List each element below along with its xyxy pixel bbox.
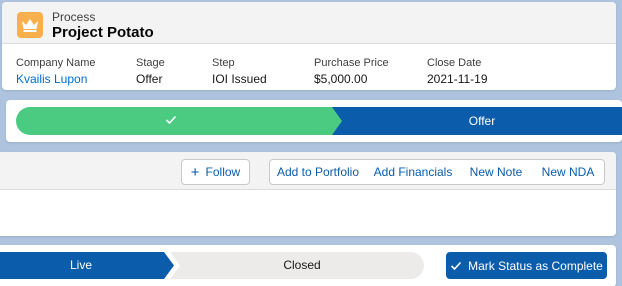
record-header: Process Project Potato Company Name Kvai… (2, 2, 616, 90)
company-name-link[interactable]: Kvailis Lupon (16, 72, 95, 86)
status-step-live-label: Live (69, 258, 92, 272)
field-label: Purchase Price (314, 57, 389, 69)
status-step-closed-label: Closed (283, 258, 321, 272)
mark-status-complete-label: Mark Status as Complete (468, 258, 603, 273)
follow-label: Follow (205, 165, 241, 179)
record-header-title-bar: Process Project Potato (2, 2, 616, 44)
object-type-label: Process (52, 10, 96, 24)
field-close-date: Close Date 2021-11-19 (427, 57, 488, 86)
field-value: 2021-11-19 (427, 72, 488, 86)
crown-icon (17, 12, 43, 38)
record-title: Project Potato (52, 24, 154, 41)
field-value: Offer (136, 72, 163, 86)
field-label: Company Name (16, 57, 96, 69)
field-company-name: Company Name Kvailis Lupon (16, 57, 95, 86)
field-purchase-price: Purchase Price $5,000.00 (314, 57, 389, 86)
field-label: Step (212, 57, 235, 69)
status-path: Live Closed Mark Status as Complete (0, 245, 616, 286)
path-step-current-label: Offer (468, 114, 496, 128)
actions-panel: + Follow Add to Portfolio Add Financials… (0, 152, 616, 236)
field-stage: Stage Offer (136, 57, 165, 86)
follow-button[interactable]: + Follow (181, 159, 250, 185)
field-value: $5,000.00 (314, 72, 368, 86)
field-step: Step IOI Issued (212, 57, 267, 86)
field-value: IOI Issued (212, 72, 267, 86)
field-label: Stage (136, 57, 165, 69)
stage-path: Offer (6, 100, 622, 142)
check-icon (451, 261, 462, 270)
new-nda-button[interactable]: New NDA (532, 159, 605, 185)
plus-icon: + (190, 163, 200, 181)
add-to-portfolio-button[interactable]: Add to Portfolio (269, 159, 367, 185)
add-financials-button[interactable]: Add Financials (366, 159, 461, 185)
field-label: Close Date (427, 57, 482, 69)
actions-toolbar: + Follow Add to Portfolio Add Financials… (0, 152, 616, 190)
check-icon (6, 107, 336, 135)
new-note-button[interactable]: New Note (460, 159, 533, 185)
mark-status-complete-button[interactable]: Mark Status as Complete (446, 252, 607, 279)
